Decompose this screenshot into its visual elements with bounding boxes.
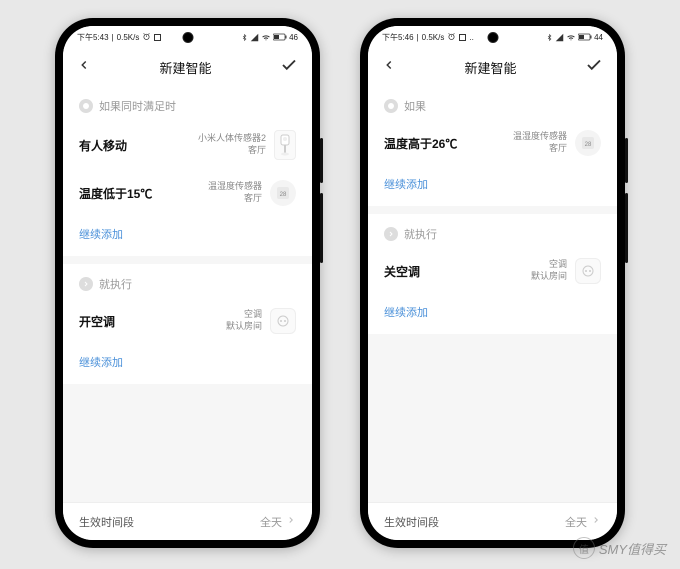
action-label: 就执行 <box>404 226 437 242</box>
device-room: 客厅 <box>244 193 262 205</box>
arrow-icon <box>384 227 398 241</box>
status-time: 下午5:46 <box>382 32 414 43</box>
phone-frame: 下午5:43 | 0.5K/s 46 新建智能 <box>55 18 320 548</box>
status-bar: 下午5:43 | 0.5K/s 46 <box>63 26 312 48</box>
battery-level: 46 <box>289 33 298 42</box>
condition-row[interactable]: 温度高于26℃ 温湿度传感器 客厅 28 <box>384 120 601 166</box>
status-square <box>154 34 161 41</box>
add-action-link[interactable]: 继续添加 <box>384 294 601 334</box>
watermark-badge: 值 <box>573 537 595 559</box>
back-button[interactable] <box>382 58 396 77</box>
condition-title: 温度高于26℃ <box>384 135 457 152</box>
back-button[interactable] <box>77 58 91 77</box>
action-title: 开空调 <box>79 313 115 330</box>
battery-icon <box>273 33 287 41</box>
bluetooth-icon <box>546 33 553 42</box>
action-row[interactable]: 开空调 空调 默认房间 <box>79 298 296 344</box>
add-condition-link[interactable]: 继续添加 <box>79 216 296 256</box>
action-label: 就执行 <box>99 276 132 292</box>
condition-label: 如果 <box>404 98 426 114</box>
condition-row[interactable]: 有人移动 小米人体传感器2 客厅 <box>79 120 296 170</box>
plug-icon <box>270 308 296 334</box>
signal-icon <box>250 33 259 42</box>
footer-row[interactable]: 生效时间段 全天 <box>368 502 617 540</box>
action-section: 就执行 关空调 空调 默认房间 继续添加 <box>368 214 617 334</box>
svg-text:28: 28 <box>280 192 287 198</box>
phone-frame: 下午5:46 | 0.5K/s .. 44 新建智能 <box>360 18 625 548</box>
chevron-right-icon <box>286 515 296 528</box>
watermark-text: SMY值得买 <box>599 539 666 558</box>
app-header: 新建智能 <box>368 48 617 86</box>
confirm-button[interactable] <box>280 56 298 79</box>
alarm-icon <box>142 32 151 43</box>
action-title: 关空调 <box>384 263 420 280</box>
battery-icon <box>578 33 592 41</box>
plug-icon <box>575 258 601 284</box>
page-title: 新建智能 <box>159 58 211 77</box>
status-square <box>459 34 466 41</box>
condition-row[interactable]: 温度低于15℃ 温湿度传感器 客厅 28 <box>79 170 296 216</box>
action-row[interactable]: 关空调 空调 默认房间 <box>384 248 601 294</box>
condition-label: 如果同时满足时 <box>99 98 176 114</box>
wifi-icon <box>566 33 576 42</box>
bullet-icon <box>79 99 93 113</box>
chevron-right-icon <box>591 515 601 528</box>
status-time: 下午5:43 <box>77 32 109 43</box>
device-room: 客厅 <box>248 145 266 157</box>
confirm-button[interactable] <box>585 56 603 79</box>
motion-sensor-icon <box>274 130 296 160</box>
footer-value: 全天 <box>260 514 282 530</box>
device-room: 客厅 <box>549 143 567 155</box>
device-name: 温湿度传感器 <box>208 181 262 193</box>
add-condition-link[interactable]: 继续添加 <box>384 166 601 206</box>
svg-text:28: 28 <box>585 142 592 148</box>
condition-title: 温度低于15℃ <box>79 185 152 202</box>
arrow-icon <box>79 277 93 291</box>
page-title: 新建智能 <box>464 58 516 77</box>
bullet-icon <box>384 99 398 113</box>
watermark: 值 SMY值得买 <box>573 537 666 559</box>
footer-label: 生效时间段 <box>79 514 134 530</box>
device-room: 默认房间 <box>531 271 567 283</box>
condition-section: 如果 温度高于26℃ 温湿度传感器 客厅 28 继续添加 <box>368 86 617 206</box>
footer-row[interactable]: 生效时间段 全天 <box>63 502 312 540</box>
battery-level: 44 <box>594 33 603 42</box>
thermometer-icon: 28 <box>575 130 601 156</box>
condition-section: 如果同时满足时 有人移动 小米人体传感器2 客厅 温度低于15℃ 温湿度传感器 … <box>63 86 312 256</box>
signal-icon <box>555 33 564 42</box>
status-speed: 0.5K/s <box>117 33 140 42</box>
bluetooth-icon <box>241 33 248 42</box>
device-name: 小米人体传感器2 <box>198 133 266 145</box>
alarm-icon <box>447 32 456 43</box>
status-speed: 0.5K/s <box>422 33 445 42</box>
app-header: 新建智能 <box>63 48 312 86</box>
footer-value: 全天 <box>565 514 587 530</box>
status-bar: 下午5:46 | 0.5K/s .. 44 <box>368 26 617 48</box>
thermometer-icon: 28 <box>270 180 296 206</box>
action-section: 就执行 开空调 空调 默认房间 继续添加 <box>63 264 312 384</box>
condition-title: 有人移动 <box>79 137 127 154</box>
device-name: 空调 <box>549 259 567 271</box>
add-action-link[interactable]: 继续添加 <box>79 344 296 384</box>
status-dots: .. <box>469 33 473 42</box>
device-room: 默认房间 <box>226 321 262 333</box>
device-name: 空调 <box>244 309 262 321</box>
device-name: 温湿度传感器 <box>513 131 567 143</box>
wifi-icon <box>261 33 271 42</box>
footer-label: 生效时间段 <box>384 514 439 530</box>
